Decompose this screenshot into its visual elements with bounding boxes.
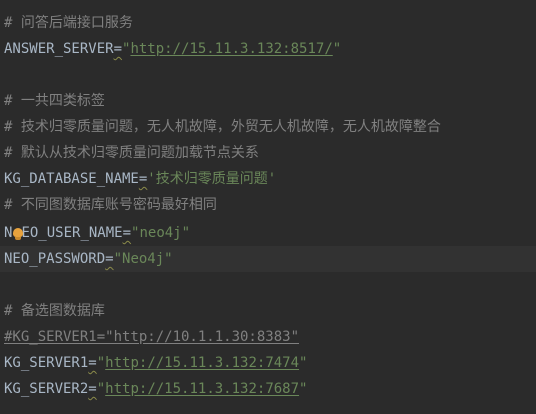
commented-code-line[interactable]: #KG_SERVER1="http://10.1.1.30:8383" [4, 324, 299, 350]
code-line-answer-server[interactable]: ANSWER_SERVER="http://15.11.3.132:8517/" [4, 36, 341, 62]
code-line-kg-database-name[interactable]: KG_DATABASE_NAME='技术归零质量问题' [4, 166, 276, 192]
comment-line[interactable]: # 不同图数据库账号密码最好相同 [4, 192, 217, 218]
assign-operator: = [105, 251, 114, 267]
url-link[interactable]: http://15.11.3.132:7474 [105, 355, 299, 371]
quote: " [96, 355, 106, 371]
url-link[interactable]: http://15.11.3.132:8517/ [130, 41, 332, 57]
variable-name: KG_SERVER2 [4, 381, 89, 397]
string-value: "neo4j" [131, 225, 191, 241]
variable-name: ANSWER_SERVER [4, 41, 114, 57]
assign-operator: = [88, 355, 97, 371]
variable-name: KG_DATABASE_NAME [4, 171, 139, 187]
bulb-base [15, 237, 21, 240]
lightbulb-icon[interactable] [13, 228, 23, 240]
assign-operator: = [122, 225, 132, 241]
code-line-neo-password[interactable]: NEO_PASSWORD="Neo4j" [0, 246, 536, 272]
quote: " [96, 381, 106, 397]
variable-name: NEO_PASSWORD [4, 251, 106, 267]
variable-name: KG_SERVER1 [4, 355, 89, 371]
url-link[interactable]: http://15.11.3.132:7687 [105, 381, 299, 397]
assign-operator: = [88, 381, 97, 397]
code-line-kg-server2[interactable]: KG_SERVER2="http://15.11.3.132:7687" [4, 376, 307, 402]
comment-line[interactable]: # 问答后端接口服务 [4, 10, 133, 36]
comment-line[interactable]: # 默认从技术归零质量问题加载节点关系 [4, 140, 259, 166]
string-value: '技术归零质量问题' [147, 171, 277, 187]
comment-line[interactable]: # 技术归零质量问题，无人机故障，外贸无人机故障，无人机故障整合 [4, 114, 441, 140]
assign-operator: = [113, 41, 123, 57]
code-line-kg-server1[interactable]: KG_SERVER1="http://15.11.3.132:7474" [4, 350, 307, 376]
quote: " [299, 381, 308, 397]
comment-line[interactable]: # 一共四类标签 [4, 88, 105, 114]
quote: " [299, 355, 308, 371]
code-line-neo-user-name[interactable]: N EO_USER_NAME="neo4j" [4, 220, 190, 246]
quote: " [332, 41, 342, 57]
string-value: "Neo4j" [113, 251, 173, 267]
comment-line[interactable]: # 备选图数据库 [4, 298, 105, 324]
variable-name: EO_USER_NAME [21, 225, 123, 241]
bulb-glass [13, 228, 23, 237]
code-editor[interactable]: # 问答后端接口服务 ANSWER_SERVER="http://15.11.3… [0, 0, 536, 414]
